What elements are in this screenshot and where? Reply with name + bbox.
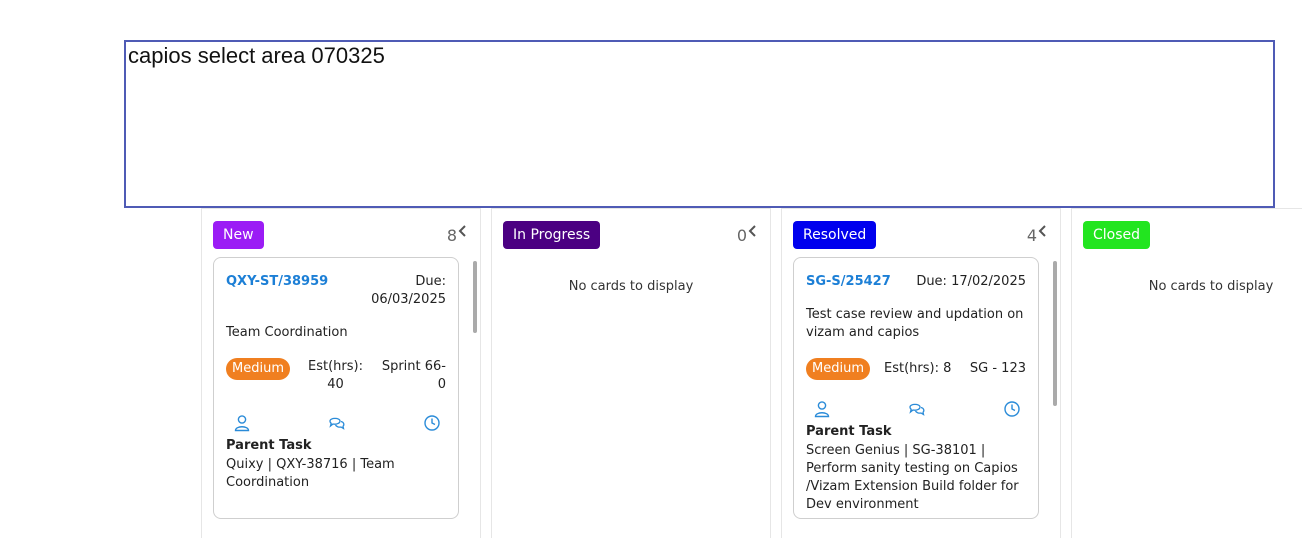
chevron-left-icon[interactable] (747, 223, 759, 239)
due-label: Due: (415, 274, 446, 289)
status-badge-closed: Closed (1083, 221, 1151, 249)
parent-task-label: Parent Task (806, 424, 892, 439)
parent-task-line: Coordination (226, 475, 310, 490)
task-title-line: Test case review and updation on (806, 307, 1024, 322)
task-title-line: vizam and capios (806, 325, 920, 340)
task-title: Test case review and updation on vizam a… (806, 306, 1024, 342)
task-card[interactable]: QXY-ST/38959 Due: 06/03/2025 Team Coordi… (213, 257, 459, 519)
column-count: 4 (1026, 226, 1037, 245)
column-header: In Progress 0 (503, 221, 759, 251)
task-title: Team Coordination (226, 325, 348, 340)
status-badge-new: New (213, 221, 264, 249)
parent-task-line: /Vizam Extension Build folder for (806, 479, 1019, 494)
parent-task-line: Screen Genius | SG-38101 | (806, 443, 986, 458)
task-id-link[interactable]: QXY-ST/38959 (226, 274, 328, 289)
select-area-label: capios select area 070325 (128, 43, 385, 68)
empty-column-text: No cards to display (568, 279, 694, 294)
column-count: 0 (736, 226, 747, 245)
empty-column-text: No cards to display (1148, 279, 1274, 294)
task-id-link[interactable]: SG-S/25427 (806, 274, 891, 289)
estimate-value: 40 (327, 377, 344, 392)
estimate-hours: Est(hrs): 40 (308, 358, 363, 394)
column-scrollbar[interactable] (1053, 261, 1057, 406)
priority-badge: Medium (226, 358, 290, 380)
parent-task-line: Perform sanity testing on Capios (806, 461, 1018, 476)
due-value: 06/03/2025 (371, 292, 446, 307)
column-new: New 8 QXY-ST/38959 Due: 06/03/2025 Team … (201, 208, 481, 538)
parent-task-label: Parent Task (226, 438, 312, 453)
clock-icon[interactable] (423, 414, 441, 432)
due-date: Due: 17/02/2025 (916, 274, 1026, 289)
status-badge-resolved: Resolved (793, 221, 877, 249)
column-header: Resolved 4 (793, 221, 1049, 251)
sprint-line-1: Sprint 66- (381, 359, 446, 374)
task-card[interactable]: SG-S/25427 Due: 17/02/2025 Test case rev… (793, 257, 1039, 519)
sprint-label: SG - 123 (969, 361, 1026, 376)
user-icon[interactable] (813, 400, 831, 418)
estimate-label: Est(hrs): (308, 359, 363, 374)
clock-icon[interactable] (1003, 400, 1021, 418)
column-header: New 8 (213, 221, 469, 251)
estimate-hours: Est(hrs): 8 (884, 361, 952, 376)
comments-icon[interactable] (908, 400, 926, 418)
column-in-progress: In Progress 0 No cards to display (491, 208, 771, 538)
column-count: 8 (446, 226, 457, 245)
column-header: Closed (1083, 221, 1291, 251)
due-date: Due: 06/03/2025 (371, 273, 446, 309)
status-badge-in-progress: In Progress (503, 221, 601, 249)
sprint-label: Sprint 66- 0 (382, 358, 446, 394)
parent-task-line: Dev environment (806, 497, 919, 512)
comments-icon[interactable] (328, 414, 346, 432)
column-scrollbar[interactable] (473, 261, 477, 333)
sprint-line-2: 0 (437, 377, 446, 392)
parent-task-line: Quixy | QXY-38716 | Team (226, 457, 395, 472)
column-resolved: Resolved 4 SG-S/25427 Due: 17/02/2025 Te… (781, 208, 1061, 538)
user-icon[interactable] (233, 414, 251, 432)
column-closed: Closed No cards to display (1071, 208, 1302, 538)
select-area[interactable]: capios select area 070325 (124, 40, 1275, 208)
parent-task-text: Screen Genius | SG-38101 | Perform sanit… (806, 442, 1024, 514)
priority-badge: Medium (806, 358, 870, 380)
chevron-left-icon[interactable] (1037, 223, 1049, 239)
chevron-left-icon[interactable] (457, 223, 469, 239)
parent-task-text: Quixy | QXY-38716 | Team Coordination (226, 456, 444, 492)
